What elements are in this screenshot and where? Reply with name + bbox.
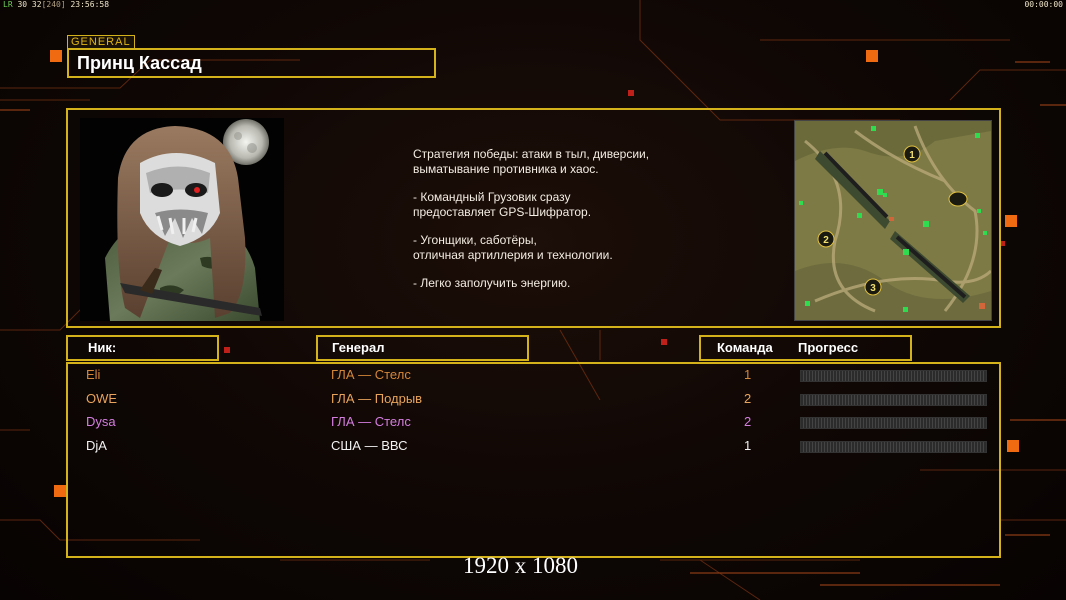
player-team: 1 [744,367,752,382]
orange-square-decor [54,485,66,497]
clock: 23:56:58 [70,0,110,9]
fps-cap: [240] [41,0,66,9]
header-progress-label: Прогресс [798,340,859,355]
player-general: ГЛА — Стелс [331,367,411,382]
general-portrait [80,118,284,321]
start-position-marker: 2 [823,235,829,246]
header-general-label: Генерал [332,340,385,355]
player-general: США — ВВС [331,438,408,453]
player-team: 2 [744,414,752,429]
description-paragraph: - Угонщики, саботёры, отличная артиллери… [413,233,613,262]
header-team-progress: Команда Прогресс [699,335,912,361]
red-square-decor [224,347,230,353]
player-progress-bar [800,417,987,429]
player-row[interactable]: OWE ГЛА — Подрыв 2 [0,389,1066,409]
red-square-decor [661,339,667,345]
description-paragraph: Стратегия победы: атаки в тыл, диверсии,… [413,147,650,176]
orange-square-decor [1005,215,1017,227]
header-team-label: Команда [717,340,773,355]
general-name-box: Принц Кассад [67,48,436,78]
player-nick: OWE [86,391,118,406]
player-progress-bar [800,394,987,406]
player-team: 1 [744,438,752,453]
resolution-caption: 1920 x 1080 [463,553,578,578]
player-nick: Dysa [86,414,116,429]
player-team: 2 [744,391,752,406]
match-timer: 00:00:00 [1024,0,1063,9]
description-paragraph: - Командный Грузовик сразу предоставляет… [413,190,592,219]
orange-square-decor [50,50,62,62]
player-progress-bar [800,441,987,453]
header-general: Генерал [316,335,529,361]
orange-square-decor [866,50,878,62]
player-row[interactable]: DjA США — ВВС 1 [0,436,1066,456]
header-nick-label: Ник: [88,340,117,355]
map-preview[interactable]: 1 2 3 [794,120,992,321]
player-row[interactable]: Eli ГЛА — Стелс 1 [0,365,1066,385]
player-general: ГЛА — Стелс [331,414,411,429]
player-general: ГЛА — Подрыв [331,391,423,406]
fps-label: LR [3,0,13,9]
description-paragraph: - Легко заполучить энергию. [413,276,571,290]
general-name: Принц Кассад [77,53,202,73]
player-nick: Eli [86,367,101,382]
player-progress-bar [800,370,987,382]
start-position-marker: 3 [870,283,876,294]
player-nick: DjA [86,438,107,453]
fps-counter: LR 30 32[240] 23:56:58 [3,0,109,9]
player-row[interactable]: Dysa ГЛА — Стелс 2 [0,412,1066,432]
start-position-marker: 1 [909,150,915,161]
general-tag: GENERAL [67,35,135,49]
red-square-decor [628,90,634,96]
header-nick: Ник: [66,335,219,361]
general-description: Стратегия победы: атаки в тыл, диверсии,… [413,147,743,304]
fps-values: 30 32 [17,0,42,9]
